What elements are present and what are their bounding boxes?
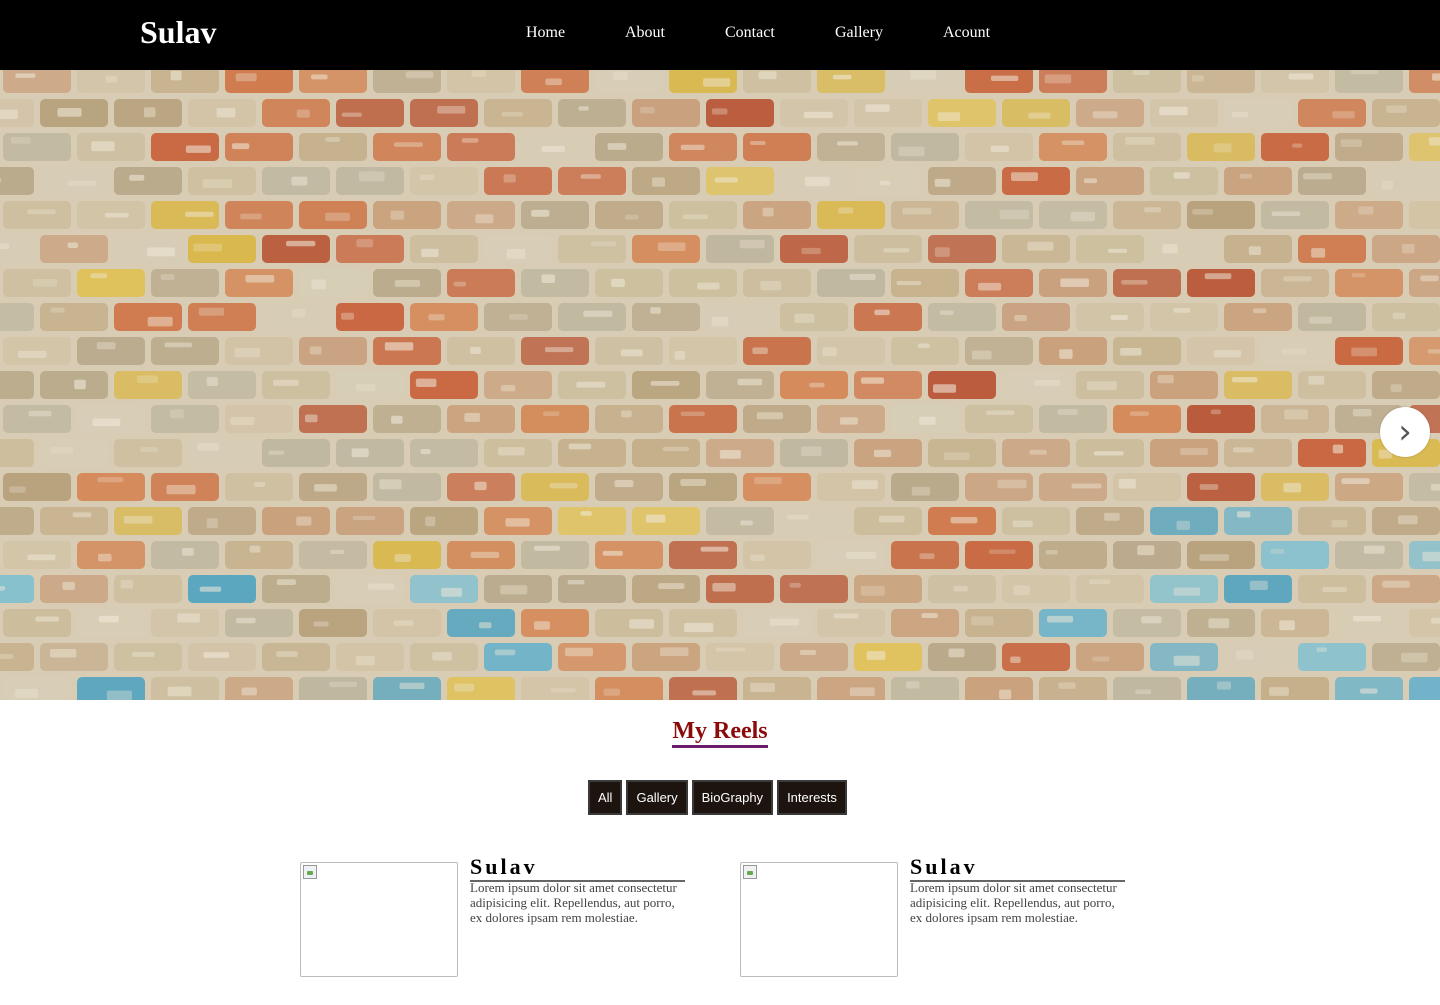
reel-card-title: Sulav (910, 854, 1125, 882)
filter-biography-button[interactable]: BioGraphy (691, 780, 774, 815)
nav-home[interactable]: Home (526, 24, 565, 42)
slider-next-button[interactable]: › (1380, 407, 1430, 457)
nav-account[interactable]: Acount (943, 24, 990, 42)
nav-contact[interactable]: Contact (725, 24, 775, 42)
broken-image-icon (743, 865, 757, 879)
reel-card-description: Lorem ipsum dolor sit amet consectetur a… (910, 880, 1117, 925)
filter-gallery-button[interactable]: Gallery (626, 780, 688, 815)
broken-image-icon (303, 865, 317, 879)
hero-slider: › (0, 70, 1440, 700)
nav-gallery[interactable]: Gallery (835, 24, 883, 42)
reel-card-title: Sulav (470, 854, 685, 882)
nav-about[interactable]: About (625, 24, 665, 42)
reel-card-description: Lorem ipsum dolor sit amet consectetur a… (470, 880, 677, 925)
chevron-right-icon: › (1398, 412, 1412, 452)
reels-heading: My Reels (672, 718, 768, 748)
main-nav: Home About Contact Gallery Acount (0, 24, 1440, 48)
brick-wall-image (0, 70, 1440, 700)
top-navbar: Sulav Home About Contact Gallery Acount (0, 0, 1440, 70)
filter-interests-button[interactable]: Interests (777, 780, 847, 815)
section-title: My Reels (0, 718, 1440, 748)
reel-thumbnail[interactable] (300, 862, 458, 977)
filter-bar: All Gallery BioGraphy Interests (588, 780, 847, 815)
reel-thumbnail[interactable] (740, 862, 898, 977)
filter-all-button[interactable]: All (588, 780, 623, 815)
